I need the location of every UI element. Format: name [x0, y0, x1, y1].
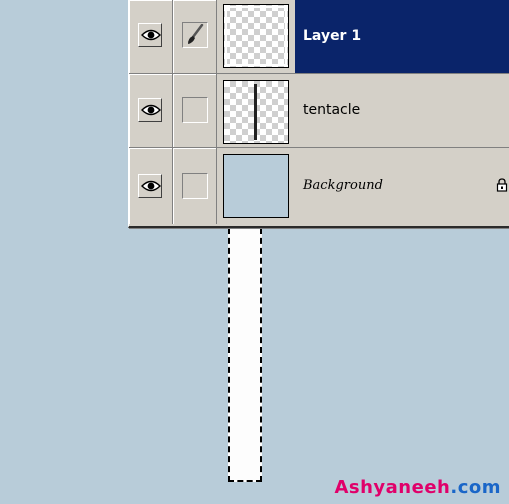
- layers-palette: Layer 1 tentacle Background: [128, 0, 509, 228]
- link-cell[interactable]: [173, 0, 217, 73]
- layer-name-area[interactable]: tentacle: [295, 74, 509, 147]
- layer-row-layer-1[interactable]: Layer 1: [129, 0, 509, 74]
- visibility-cell[interactable]: [129, 0, 173, 73]
- layer-row-tentacle[interactable]: tentacle: [129, 74, 509, 148]
- eye-icon[interactable]: [138, 23, 162, 47]
- layer-name-area[interactable]: Background: [295, 148, 509, 224]
- brush-icon[interactable]: [182, 22, 208, 48]
- eye-icon[interactable]: [138, 98, 162, 122]
- layer-thumbnail: [223, 4, 289, 68]
- layer-thumbnail: [223, 80, 289, 144]
- watermark: Ashyaneeh.com: [334, 477, 501, 498]
- empty-link-box[interactable]: [182, 173, 208, 199]
- watermark-suffix: .com: [450, 477, 501, 498]
- lock-icon: [496, 178, 508, 197]
- layer-name: Background: [303, 178, 383, 193]
- eye-icon[interactable]: [138, 174, 162, 198]
- layer-row-background[interactable]: Background: [129, 148, 509, 224]
- thumbnail-content: [254, 84, 257, 140]
- link-cell[interactable]: [173, 148, 217, 224]
- visibility-cell[interactable]: [129, 148, 173, 224]
- layer-name: tentacle: [303, 102, 361, 118]
- layer-name-area[interactable]: Layer 1: [295, 0, 509, 73]
- link-cell[interactable]: [173, 74, 217, 147]
- layer-thumbnail: [223, 154, 289, 218]
- layer-name: Layer 1: [303, 28, 362, 44]
- empty-link-box[interactable]: [182, 97, 208, 123]
- visibility-cell[interactable]: [129, 74, 173, 147]
- marquee-selection[interactable]: [228, 228, 262, 482]
- watermark-main: Ashyaneeh: [334, 477, 451, 498]
